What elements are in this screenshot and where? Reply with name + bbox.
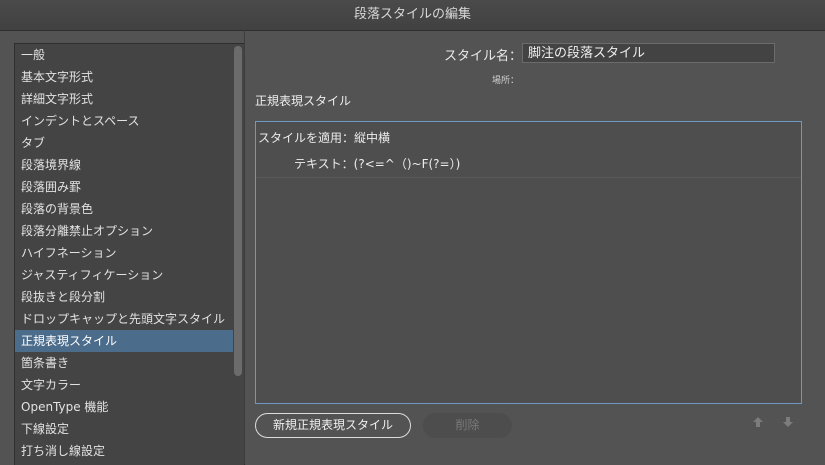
sidebar-item[interactable]: ハイフネーション <box>15 242 233 264</box>
sidebar-item[interactable]: 文字カラー <box>15 374 233 396</box>
style-name-label: スタイル名： <box>444 49 523 64</box>
sidebar-item[interactable]: 段落分離禁止オプション <box>15 220 233 242</box>
sidebar-item[interactable]: 詳細文字形式 <box>15 88 233 110</box>
sidebar-item[interactable]: 段落の背景色 <box>15 198 233 220</box>
new-regex-style-button[interactable]: 新規正規表現スタイル <box>255 413 411 438</box>
sidebar-item[interactable]: 一般 <box>15 44 233 66</box>
sidebar-item[interactable]: ドロップキャップと先頭文字スタイル <box>15 308 233 330</box>
section-title: 正規表現スタイル <box>255 94 352 108</box>
sidebar-item[interactable]: タブ <box>15 132 233 154</box>
sidebar-item[interactable]: 段抜きと段分割 <box>15 286 233 308</box>
sidebar-item[interactable]: ジャスティフィケーション <box>15 264 233 286</box>
sidebar-item[interactable]: 段落境界線 <box>15 154 233 176</box>
sidebar-item[interactable]: 段落囲み罫 <box>15 176 233 198</box>
category-sidebar[interactable]: 一般 基本文字形式 詳細文字形式 インデントとスペース タブ 段落境界線 段落囲み罫 段落の背… <box>14 43 245 465</box>
location-label: 場所： <box>492 76 520 86</box>
sidebar-item[interactable]: 打ち消し線設定 <box>15 440 233 462</box>
regex-apply-style-row[interactable]: スタイルを適用：縦中横 <box>258 129 390 146</box>
sidebar-item[interactable]: 基本文字形式 <box>15 66 233 88</box>
regex-style-list[interactable]: スタイルを適用：縦中横 テキスト：(?<=^（)~F(?=）) <box>255 121 802 404</box>
regex-row-divider <box>256 177 801 178</box>
pane-divider <box>244 30 245 464</box>
sidebar-item[interactable]: 正規表現スタイル <box>15 330 233 352</box>
sidebar-item[interactable]: インデントとスペース <box>15 110 233 132</box>
sidebar-item[interactable]: 下線設定 <box>15 418 233 440</box>
move-down-icon[interactable] <box>781 415 795 429</box>
sidebar-item[interactable]: OpenType 機能 <box>15 396 233 418</box>
move-up-icon[interactable] <box>751 415 765 429</box>
category-list: 一般 基本文字形式 詳細文字形式 インデントとスペース タブ 段落境界線 段落囲み罫 段落の背… <box>15 44 244 462</box>
window-title: 段落スタイルの編集 <box>353 7 471 22</box>
regex-text-pattern-row[interactable]: テキスト：(?<=^（)~F(?=）) <box>294 155 460 172</box>
style-name-field[interactable]: 脚注の段落スタイル <box>522 43 775 63</box>
delete-button[interactable]: 削除 <box>423 413 512 438</box>
title-bar: 段落スタイルの編集 <box>0 0 825 31</box>
sidebar-item[interactable]: 箇条書き <box>15 352 233 374</box>
sidebar-scrollbar[interactable] <box>234 46 242 376</box>
